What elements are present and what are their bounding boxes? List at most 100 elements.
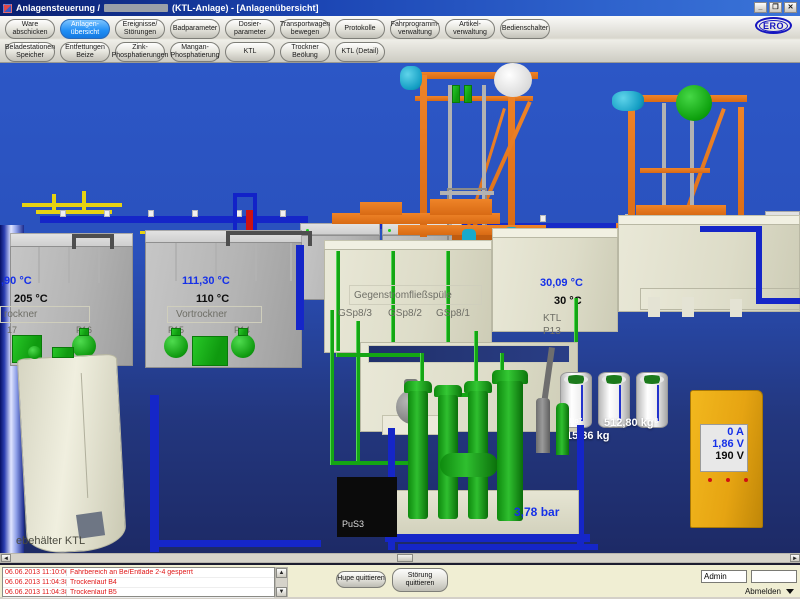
redacted-title-segment xyxy=(104,4,168,12)
skid-bottom-beam xyxy=(385,534,590,542)
hoist2-mid-beam xyxy=(640,168,710,173)
ero-logo: ERO xyxy=(755,17,792,34)
alarm-time: 06.06.2013 11:10:06 xyxy=(3,569,67,576)
scroll-right-button[interactable]: ► xyxy=(790,554,800,562)
nav-beladestationen-speicher[interactable]: Beladestationen Speicher xyxy=(5,42,55,62)
dryer2-temp-set: 110 °C xyxy=(196,293,229,305)
dryer2-temp-actual: 111,30 °C xyxy=(182,275,230,287)
nav-protokolle[interactable]: Protokolle xyxy=(335,19,385,39)
hupe-quittieren-button[interactable]: Hupe quittieren xyxy=(336,571,386,588)
nav-artikelverwaltung[interactable]: Artikel- verwaltung xyxy=(445,19,495,39)
title-bar: Anlagensteuerung / (KTL-Anlage) - [Anlag… xyxy=(0,0,800,16)
right-blue-pipe xyxy=(700,226,760,232)
skid-bottom-beam xyxy=(398,544,598,550)
rinse-pipe xyxy=(336,251,340,351)
yellow-pipe xyxy=(82,191,86,212)
maximize-button[interactable]: ❐ xyxy=(769,2,782,13)
password-field[interactable] xyxy=(751,570,797,583)
conveyor-bracket xyxy=(104,210,110,217)
drum-level-line xyxy=(657,385,659,421)
dryer2-pump-top xyxy=(238,328,248,336)
hoist1-motor xyxy=(400,66,422,90)
background-tank xyxy=(300,223,380,235)
nav-mangan-phosphatierung[interactable]: Mangan- Phosphatierung xyxy=(170,42,220,62)
dryer2-pump xyxy=(231,334,255,358)
window-title-suffix: (KTL-Anlage) - [Anlagenübersicht] xyxy=(172,3,319,13)
storage-tank-label: ebehälter KTL xyxy=(16,535,85,547)
minimize-button[interactable]: _ xyxy=(754,2,767,13)
nav-ktl[interactable]: KTL xyxy=(225,42,275,62)
hoist1-right-post xyxy=(508,79,515,234)
nav-transportwagen-bewegen[interactable]: Transportwagen bewegen xyxy=(280,19,330,39)
storage-green-pump xyxy=(28,346,41,359)
alarm-log-list[interactable]: 06.06.2013 11:10:06 Fahrbereich an Be/En… xyxy=(2,567,275,597)
close-button[interactable]: ✕ xyxy=(784,2,797,13)
nav-ereignisse-stoerungen[interactable]: Ereignisse/ Störungen xyxy=(115,19,165,39)
nav-trockner-beoelung[interactable]: Trockner Beölung xyxy=(280,42,330,62)
conveyor-bracket xyxy=(192,210,198,217)
dryer2-rod xyxy=(175,243,177,281)
nav-anlagenuebersicht[interactable]: Anlagen- übersicht xyxy=(60,19,110,39)
orange-bridge-right xyxy=(636,205,726,215)
drum-level-line xyxy=(619,385,621,421)
drum-level-line xyxy=(581,385,583,421)
tank-leg xyxy=(648,297,660,317)
window-controls: _ ❐ ✕ xyxy=(754,2,797,13)
storage-tank-cylinder xyxy=(17,354,127,553)
green-pipe xyxy=(356,321,360,465)
green-pipe xyxy=(336,353,422,357)
hoist1-tank-cylinder xyxy=(494,63,532,97)
nav-bedienschalter[interactable]: Bedienschalter xyxy=(500,19,550,39)
dryer2-pump-top xyxy=(171,328,181,336)
scroll-up-button[interactable]: ▲ xyxy=(276,568,287,578)
hoist2-motor xyxy=(612,91,644,111)
nav-row-2: Beladestationen Speicher Entfettungen Be… xyxy=(5,42,385,62)
yellow-pipe xyxy=(52,194,56,212)
conveyor-hanger xyxy=(72,234,76,249)
dryer1-pump-left-id: 17 xyxy=(7,325,17,335)
green-pipe xyxy=(330,310,334,465)
nav-fahrprogrammverwaltung[interactable]: Fahrprogramm- verwaltung xyxy=(390,19,440,39)
rectifier-current: 0 A xyxy=(704,426,744,438)
scroll-thumb[interactable] xyxy=(397,554,413,562)
storage-green-unit xyxy=(52,347,74,358)
dryer1-pump-top xyxy=(79,328,89,336)
hoist1-green-unit xyxy=(464,85,472,103)
alarm-log-row[interactable]: 06.06.2013 11:10:06 Fahrbereich an Be/En… xyxy=(3,568,274,578)
alarm-log-row[interactable]: 06.06.2013 11:04:38 Trockenlauf B4 xyxy=(3,578,274,588)
hoist1-crossbar xyxy=(440,191,494,195)
alarm-log-row[interactable]: 06.06.2013 11:04:38 Trockenlauf B5 xyxy=(3,588,274,598)
rinse-cell-3: GSp8/3 xyxy=(338,308,372,319)
user-field[interactable] xyxy=(701,570,747,583)
ktl-temp-actual: 30,09 °C xyxy=(540,277,583,289)
nav-ktl-detail[interactable]: KTL (Detail) xyxy=(335,42,385,62)
application-window: Anlagensteuerung / (KTL-Anlage) - [Anlag… xyxy=(0,0,800,599)
plant-3d-viewport[interactable]: ,90 °C 205 °C rockner 17 P16 111,30 °C 1… xyxy=(0,63,800,553)
rectifier-led xyxy=(708,478,712,482)
pressure-value: 3,78 bar xyxy=(514,505,559,519)
yellow-pipe xyxy=(36,210,112,214)
logout-control[interactable]: Abmelden xyxy=(745,587,794,596)
nav-zink-phosphatierungen[interactable]: Zink- Phosphatierungen xyxy=(115,42,165,62)
nav-dosierparameter[interactable]: Dosier- parameter xyxy=(225,19,275,39)
toolbar: Ware abschicken Anlagen- übersicht Ereig… xyxy=(0,16,800,63)
dryer1-temp-actual: ,90 °C xyxy=(1,275,32,287)
stoerung-quittieren-button[interactable]: Störung quittieren xyxy=(392,568,448,592)
drum-lid xyxy=(564,375,588,384)
conveyor-bracket xyxy=(148,210,154,217)
nav-entfettungen-beize[interactable]: Entfettungen Beize xyxy=(60,42,110,62)
app-icon xyxy=(3,4,12,13)
rinse-cell-2: GSp8/2 xyxy=(388,308,422,319)
scroll-down-button[interactable]: ▼ xyxy=(276,587,287,597)
alarm-log-vscrollbar[interactable]: ▲ ▼ xyxy=(275,567,288,597)
nav-ware-abschicken[interactable]: Ware abschicken xyxy=(5,19,55,39)
blue-pipe xyxy=(159,540,321,547)
dryer1-rod xyxy=(98,247,100,283)
scroll-left-button[interactable]: ◄ xyxy=(1,554,11,562)
viewport-hscrollbar[interactable]: ◄ ► xyxy=(0,553,800,563)
pus3-label: PuS3 xyxy=(342,519,364,529)
rectifier-led xyxy=(726,478,730,482)
nav-badparameter[interactable]: Badparameter xyxy=(170,19,220,39)
hoist2-green-disk xyxy=(676,85,712,121)
window-title-prefix: Anlagensteuerung / xyxy=(16,3,100,13)
